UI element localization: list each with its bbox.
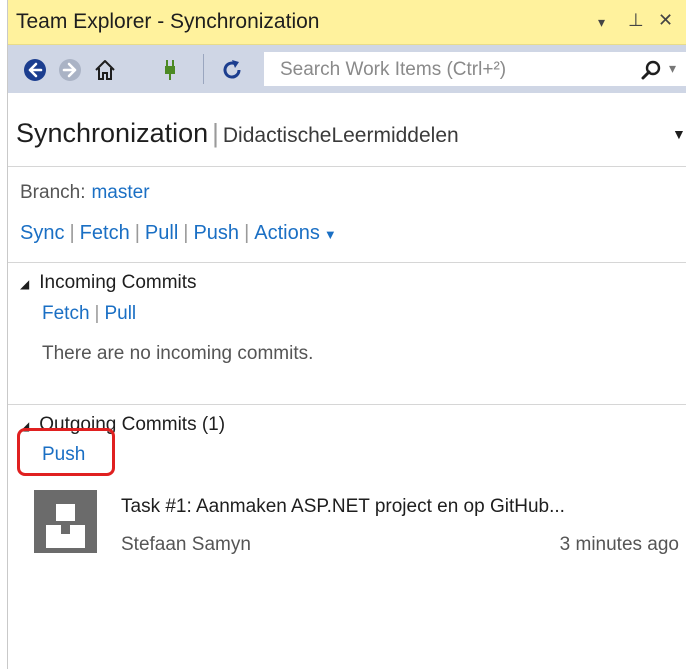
incoming-fetch-link[interactable]: Fetch (42, 303, 90, 324)
actions-menu[interactable]: Actions ▼ (254, 222, 336, 244)
team-explorer-window: Team Explorer - Synchronization ▾ ⊥ ✕ Se… (7, 0, 686, 669)
pull-link[interactable]: Pull (145, 222, 178, 244)
page-header: Synchronization | DidactischeLeermiddelen (16, 118, 459, 149)
fetch-link[interactable]: Fetch (80, 222, 130, 244)
header-separator: | (212, 118, 219, 148)
window-menu-dropdown-icon[interactable]: ▾ (598, 14, 605, 31)
incoming-commits-header[interactable]: ◢ Incoming Commits (20, 272, 197, 294)
pin-icon[interactable]: ⊥ (628, 10, 644, 31)
branch-label: Branch: (20, 182, 86, 203)
branch-link[interactable]: master (91, 182, 149, 203)
incoming-status-message: There are no incoming commits. (42, 343, 314, 364)
search-box[interactable]: Search Work Items (Ctrl+²) ▾ (263, 51, 686, 87)
incoming-pull-link[interactable]: Pull (104, 303, 136, 324)
actions-dropdown-icon[interactable]: ▼ (324, 227, 337, 242)
header-divider (8, 166, 686, 167)
actions-menu-label[interactable]: Actions (254, 222, 320, 244)
branch-info: Branch: master (20, 182, 150, 204)
search-input[interactable]: Search Work Items (Ctrl+²) (280, 59, 506, 81)
avatar (34, 490, 97, 553)
push-highlight-box (17, 428, 115, 476)
toolbar-separator (203, 54, 204, 84)
search-options-dropdown-icon[interactable]: ▾ (669, 60, 676, 77)
close-icon[interactable]: ✕ (658, 10, 673, 31)
refresh-icon[interactable] (220, 58, 244, 82)
home-icon[interactable] (93, 58, 117, 82)
incoming-commits-title[interactable]: Incoming Commits (39, 272, 196, 293)
page-dropdown-icon[interactable]: ▼ (672, 126, 686, 142)
commit-author: Stefaan Samyn (121, 534, 251, 555)
back-icon[interactable] (23, 58, 47, 82)
sync-link[interactable]: Sync (20, 222, 64, 244)
toolbar: Search Work Items (Ctrl+²) ▾ (8, 45, 686, 93)
incoming-links: Fetch | Pull (42, 303, 137, 324)
forward-icon[interactable] (58, 58, 82, 82)
commit-message[interactable]: Task #1: Aanmaken ASP.NET project en op … (121, 496, 565, 518)
commit-time: 3 minutes ago (559, 534, 679, 555)
search-icon[interactable] (639, 58, 663, 82)
incoming-divider (8, 404, 686, 405)
title-bar: Team Explorer - Synchronization ▾ ⊥ ✕ (8, 0, 686, 45)
page-title: Synchronization (16, 118, 209, 148)
push-link[interactable]: Push (193, 222, 239, 244)
repository-name: DidactischeLeermiddelen (222, 124, 459, 147)
connect-icon[interactable] (158, 58, 182, 82)
window-title: Team Explorer - Synchronization (16, 10, 320, 33)
sync-actions-bar: Sync | Fetch | Pull | Push | Actions ▼ (20, 222, 337, 244)
actions-divider (8, 262, 686, 263)
collapse-triangle-icon[interactable]: ◢ (20, 277, 29, 291)
